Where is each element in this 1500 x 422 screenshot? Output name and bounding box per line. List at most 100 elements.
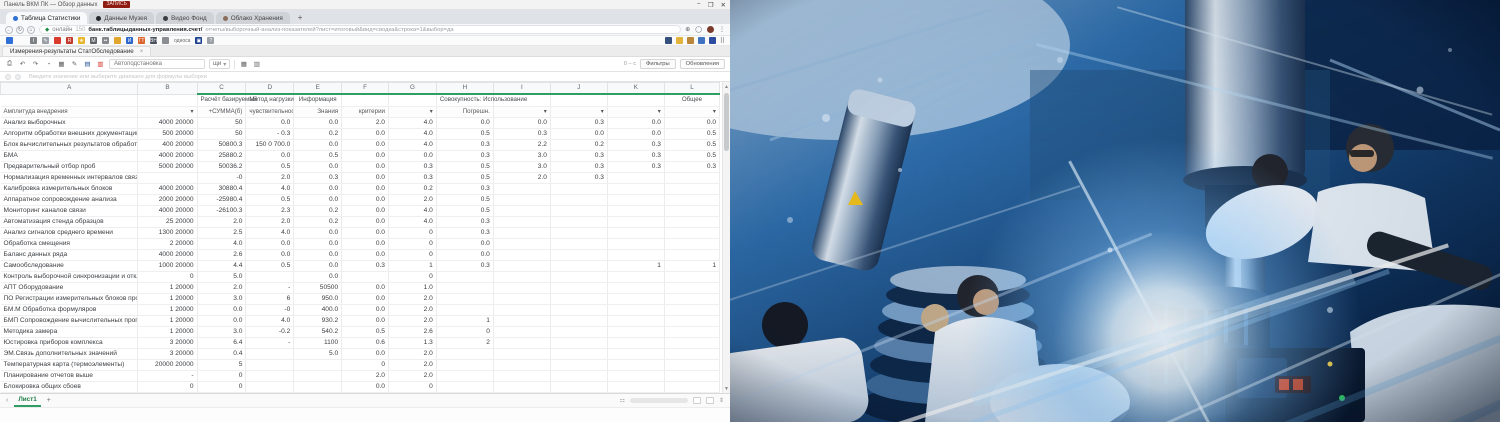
- cell[interactable]: 0.0: [342, 304, 389, 315]
- cell[interactable]: -0: [246, 304, 294, 315]
- cell[interactable]: [607, 359, 664, 370]
- cell[interactable]: [550, 227, 607, 238]
- bookmark-favicon-10[interactable]: И: [126, 37, 133, 44]
- cell[interactable]: 6.4: [197, 337, 246, 348]
- document-tab[interactable]: Измерения-результаты СтатОбследование ×: [2, 46, 151, 56]
- cell[interactable]: [138, 172, 197, 183]
- column-header-G[interactable]: G: [388, 83, 436, 95]
- cell[interactable]: 0.3: [607, 161, 664, 172]
- cell[interactable]: 0: [388, 249, 436, 260]
- cell[interactable]: [607, 381, 664, 392]
- cell[interactable]: 0.5: [664, 128, 719, 139]
- cell[interactable]: 4.0: [246, 315, 294, 326]
- cell[interactable]: 5.0: [294, 348, 342, 359]
- cell[interactable]: 0.0: [342, 381, 389, 392]
- cell[interactable]: 400 20000: [138, 139, 197, 150]
- cell[interactable]: [607, 205, 664, 216]
- cell[interactable]: 2.0: [388, 348, 436, 359]
- cell[interactable]: 0: [342, 359, 389, 370]
- cell[interactable]: 0: [138, 381, 197, 392]
- cell[interactable]: [607, 326, 664, 337]
- cell[interactable]: 0.0: [197, 304, 246, 315]
- cell[interactable]: [664, 216, 719, 227]
- cell[interactable]: 0.0: [342, 238, 389, 249]
- cell[interactable]: 0.0: [550, 128, 607, 139]
- row-label[interactable]: Мониторинг каналов связи: [1, 205, 138, 216]
- cell[interactable]: 4.0: [388, 128, 436, 139]
- cell[interactable]: 0.0: [294, 249, 342, 260]
- bookmark-favicon-7[interactable]: M: [90, 37, 97, 44]
- profile-ring-icon[interactable]: ◯: [695, 26, 702, 33]
- edit-icon[interactable]: ✎: [70, 60, 79, 69]
- cell[interactable]: [607, 392, 664, 393]
- cell[interactable]: 0.3: [550, 150, 607, 161]
- bookmark-favicon-1[interactable]: H: [18, 37, 25, 44]
- resize-handle-icon[interactable]: ⇕: [719, 397, 724, 404]
- cell[interactable]: 0.0: [342, 282, 389, 293]
- extension-icon-1[interactable]: [676, 37, 683, 44]
- cell[interactable]: 0.0: [197, 315, 246, 326]
- cell[interactable]: [493, 260, 550, 271]
- cell[interactable]: 0.5: [294, 150, 342, 161]
- cell[interactable]: 0: [388, 227, 436, 238]
- row-label[interactable]: Калибровка измерительных блоков: [1, 183, 138, 194]
- cell[interactable]: [493, 392, 550, 393]
- cell[interactable]: 6: [246, 293, 294, 304]
- cell[interactable]: 2.3: [246, 205, 294, 216]
- cell[interactable]: -: [138, 370, 197, 381]
- cell[interactable]: 1.3: [388, 337, 436, 348]
- cell[interactable]: [436, 293, 493, 304]
- cell[interactable]: 2.0: [388, 359, 436, 370]
- cell[interactable]: 2.6: [197, 249, 246, 260]
- cell[interactable]: 0.0: [342, 227, 389, 238]
- bookmark-favicon-2[interactable]: I: [30, 37, 37, 44]
- row-label[interactable]: Юстировка приборов комплекса: [1, 337, 138, 348]
- cell[interactable]: 4.0: [388, 139, 436, 150]
- cell[interactable]: 0.5: [436, 205, 493, 216]
- cell[interactable]: 500 20000: [138, 128, 197, 139]
- close-button[interactable]: ✕: [721, 1, 726, 9]
- subheader-cell[interactable]: ▾: [607, 106, 664, 117]
- cell[interactable]: [607, 227, 664, 238]
- browser-tab-2[interactable]: Видео Фонд: [156, 12, 214, 24]
- cell[interactable]: 0.2: [294, 128, 342, 139]
- cell[interactable]: [550, 271, 607, 282]
- cell[interactable]: 0.3: [436, 216, 493, 227]
- cell[interactable]: [436, 370, 493, 381]
- cell[interactable]: 4.0: [246, 227, 294, 238]
- column-header-D[interactable]: D: [246, 83, 294, 95]
- cell[interactable]: 2.0: [246, 216, 294, 227]
- bookmark-favicon-13[interactable]: [162, 37, 169, 44]
- bookmark-favicon-12[interactable]: ВН: [150, 37, 157, 44]
- cell[interactable]: 1 20000: [138, 282, 197, 293]
- cell[interactable]: 0.4: [197, 348, 246, 359]
- cell[interactable]: [493, 381, 550, 392]
- cell[interactable]: [493, 337, 550, 348]
- extension-icon-2[interactable]: [687, 37, 694, 44]
- cell[interactable]: [664, 249, 719, 260]
- cell[interactable]: 0.0: [342, 161, 389, 172]
- cell[interactable]: [246, 359, 294, 370]
- bookmark-favicon-16[interactable]: ?: [207, 37, 214, 44]
- row-label[interactable]: ЭМ.Связь дополнительных значений: [1, 348, 138, 359]
- cell[interactable]: 4000 20000: [138, 150, 197, 161]
- cell[interactable]: [493, 359, 550, 370]
- cell[interactable]: 2.0: [388, 392, 436, 393]
- zoom-slider[interactable]: [630, 398, 688, 403]
- row-label[interactable]: Аппаратное сопровождение анализа: [1, 194, 138, 205]
- column-header-A[interactable]: A: [1, 83, 138, 95]
- bookmark-favicon-15[interactable]: ▣: [195, 37, 202, 44]
- cell[interactable]: [664, 172, 719, 183]
- extension-icon-3[interactable]: [698, 37, 705, 44]
- cell[interactable]: 0.3: [493, 128, 550, 139]
- cell[interactable]: 0.0: [342, 194, 389, 205]
- cell[interactable]: 1 20000: [138, 304, 197, 315]
- cell[interactable]: [493, 183, 550, 194]
- cell[interactable]: [294, 381, 342, 392]
- cell[interactable]: 0.3: [607, 139, 664, 150]
- cell[interactable]: 0.3: [607, 150, 664, 161]
- cell[interactable]: -25980.4: [197, 194, 246, 205]
- cell[interactable]: 1000 20000: [138, 260, 197, 271]
- row-label[interactable]: БМА: [1, 150, 138, 161]
- cell[interactable]: 0.3: [388, 161, 436, 172]
